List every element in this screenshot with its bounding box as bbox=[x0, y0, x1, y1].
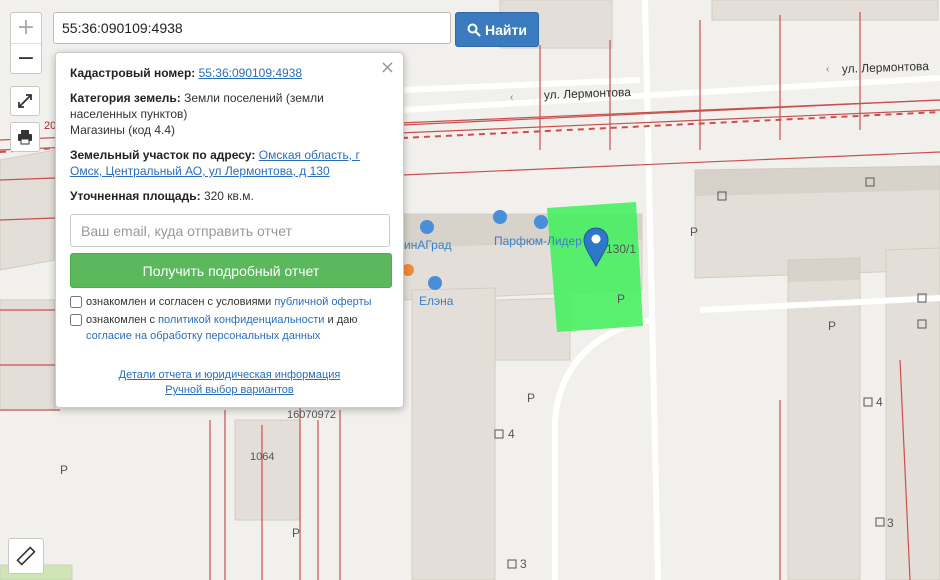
house-number: 3 bbox=[887, 516, 894, 530]
category-row: Категория земель: Земли поселений (земли… bbox=[70, 90, 389, 138]
area-value: 320 кв.м. bbox=[203, 189, 254, 203]
zoom-in-button[interactable]: + bbox=[11, 13, 41, 44]
cadastral-row: Кадастровый номер: 55:36:090109:4938 bbox=[70, 65, 389, 81]
area-label: Уточненная площадь: bbox=[70, 189, 201, 203]
offer-checkbox[interactable] bbox=[70, 296, 82, 308]
fullscreen-button[interactable] bbox=[10, 86, 40, 116]
parking-label: P bbox=[292, 526, 300, 540]
ruler-button[interactable] bbox=[8, 538, 44, 574]
consent-privacy-mid: и даю bbox=[327, 314, 358, 326]
category-label: Категория земель: bbox=[70, 91, 181, 105]
manual-selection-link[interactable]: Ручной выбор вариантов bbox=[165, 383, 293, 398]
parking-label: P bbox=[828, 319, 836, 333]
find-button[interactable]: Найти bbox=[455, 12, 539, 47]
cadastral-number-link[interactable]: 55:36:090109:4938 bbox=[199, 66, 302, 80]
zoom-out-button[interactable]: − bbox=[11, 44, 41, 74]
consent-offer-text: ознакомлен и согласен с условиями bbox=[86, 296, 272, 308]
poi-label: Елэна bbox=[419, 294, 454, 308]
email-field[interactable] bbox=[70, 214, 390, 247]
expand-icon bbox=[18, 94, 32, 108]
use-value: Магазины (код 4.4) bbox=[70, 123, 176, 137]
personal-data-link[interactable]: согласие на обработку персональных данны… bbox=[86, 330, 320, 342]
area-row: Уточненная площадь: 320 кв.м. bbox=[70, 188, 389, 204]
search-icon bbox=[467, 23, 481, 37]
parcel-polygon[interactable] bbox=[547, 202, 643, 332]
popup-links: Детали отчета и юридическая информация Р… bbox=[70, 368, 389, 398]
close-icon[interactable]: × bbox=[380, 57, 395, 78]
consent-privacy-text: ознакомлен с bbox=[86, 314, 156, 326]
house-number: 4 bbox=[508, 427, 515, 441]
arrow-icon: ‹ bbox=[826, 64, 829, 75]
house-number: 3 bbox=[520, 557, 527, 571]
poi-label: инАГрад bbox=[404, 238, 452, 252]
privacy-policy-link[interactable]: политикой конфиденциальности bbox=[158, 314, 324, 326]
arrow-icon: ‹ bbox=[510, 92, 513, 103]
zoom-control: + − bbox=[10, 12, 42, 74]
parking-label: P bbox=[617, 292, 625, 306]
get-report-button[interactable]: Получить подробный отчет bbox=[70, 253, 392, 288]
privacy-checkbox[interactable] bbox=[70, 314, 82, 326]
shop-icon[interactable] bbox=[493, 210, 507, 224]
house-number: 130/1 bbox=[606, 242, 636, 256]
parcel-number: 1064 bbox=[250, 451, 274, 463]
ruler-icon bbox=[16, 546, 36, 566]
shop-icon[interactable] bbox=[428, 276, 442, 290]
cadastral-label: Кадастровый номер: bbox=[70, 66, 196, 80]
address-label: Земельный участок по адресу: bbox=[70, 148, 256, 162]
search-input[interactable] bbox=[53, 12, 451, 44]
consent-offer: ознакомлен и согласен с условиями публич… bbox=[70, 294, 389, 310]
parking-label: P bbox=[690, 225, 698, 239]
details-link[interactable]: Детали отчета и юридическая информация bbox=[119, 368, 341, 383]
public-offer-link[interactable]: публичной оферты bbox=[274, 296, 371, 308]
address-row: Земельный участок по адресу: Омская обла… bbox=[70, 147, 389, 179]
print-button[interactable] bbox=[10, 122, 40, 152]
shop-icon[interactable] bbox=[534, 215, 548, 229]
find-button-label: Найти bbox=[485, 21, 527, 38]
parking-label: P bbox=[527, 391, 535, 405]
parcel-number: 16070972 bbox=[287, 409, 336, 421]
house-number: 4 bbox=[876, 395, 883, 409]
parking-label: P bbox=[60, 463, 68, 477]
parcel-info-popup: × Кадастровый номер: 55:36:090109:4938 К… bbox=[55, 52, 404, 408]
printer-icon bbox=[18, 130, 32, 145]
consent-privacy: ознакомлен с политикой конфиденциальност… bbox=[70, 312, 389, 344]
shop-icon[interactable] bbox=[420, 220, 434, 234]
poi-label: Парфюм-Лидер bbox=[494, 234, 582, 248]
